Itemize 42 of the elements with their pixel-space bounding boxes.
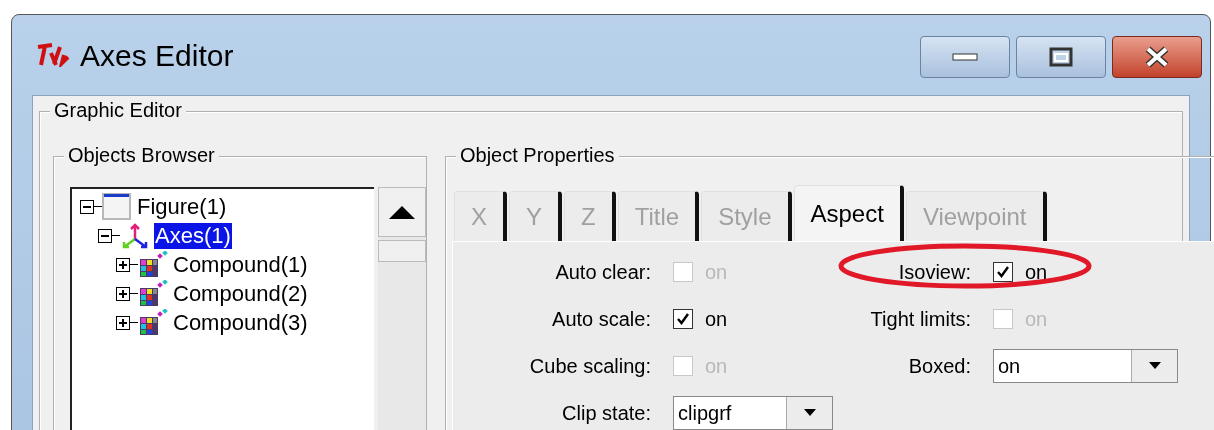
tree-item[interactable]: Axes(1) — [154, 222, 232, 249]
field-label: Isoview: — [897, 259, 972, 285]
up-arrow-icon — [389, 205, 415, 219]
compound-icon — [138, 279, 168, 308]
tree-item[interactable]: Figure(1) — [136, 193, 228, 220]
expand-toggle[interactable] — [116, 315, 130, 330]
tree-item[interactable]: Compound(2) — [172, 280, 309, 307]
field-label: Clip state: — [561, 400, 652, 426]
expand-toggle[interactable] — [116, 257, 130, 272]
compound-icon — [138, 250, 168, 279]
minimize-icon — [952, 53, 978, 61]
dropdown[interactable]: on — [993, 348, 1178, 383]
tree-item[interactable]: Compound(3) — [172, 309, 309, 336]
field-label: Auto clear: — [554, 259, 652, 285]
maximize-button[interactable] — [1016, 36, 1106, 78]
window-icon — [102, 192, 132, 221]
axes-icon — [120, 221, 150, 250]
tab[interactable]: Aspect — [793, 185, 904, 241]
tree-item[interactable]: Compound(1) — [172, 251, 309, 278]
caret-icon — [1148, 362, 1161, 369]
maximize-icon — [1049, 47, 1073, 67]
window-title: Axes Editor — [80, 37, 234, 74]
checkbox[interactable] — [673, 308, 693, 329]
caret-icon — [803, 409, 816, 416]
dropdown[interactable]: clipgrf — [673, 395, 833, 430]
app-logo-icon — [36, 43, 70, 67]
checkbox[interactable] — [993, 261, 1013, 282]
scroll-thumb[interactable] — [378, 240, 426, 262]
compound-icon — [138, 308, 168, 337]
field-label: Auto scale: — [551, 306, 652, 332]
field-label: Cube scaling: — [528, 353, 652, 379]
expand-toggle[interactable] — [116, 286, 130, 301]
collapse-toggle[interactable] — [98, 228, 112, 243]
collapse-toggle[interactable] — [80, 199, 94, 214]
field-label: Boxed: — [907, 353, 972, 379]
scroll-up-button[interactable] — [378, 187, 426, 237]
field-label: Tight limits: — [869, 306, 972, 332]
minimize-button[interactable] — [920, 36, 1010, 78]
checkbox-label: on — [1025, 259, 1048, 285]
checkbox-label: on — [705, 306, 728, 332]
close-icon — [1144, 46, 1170, 68]
close-button[interactable] — [1112, 36, 1202, 78]
